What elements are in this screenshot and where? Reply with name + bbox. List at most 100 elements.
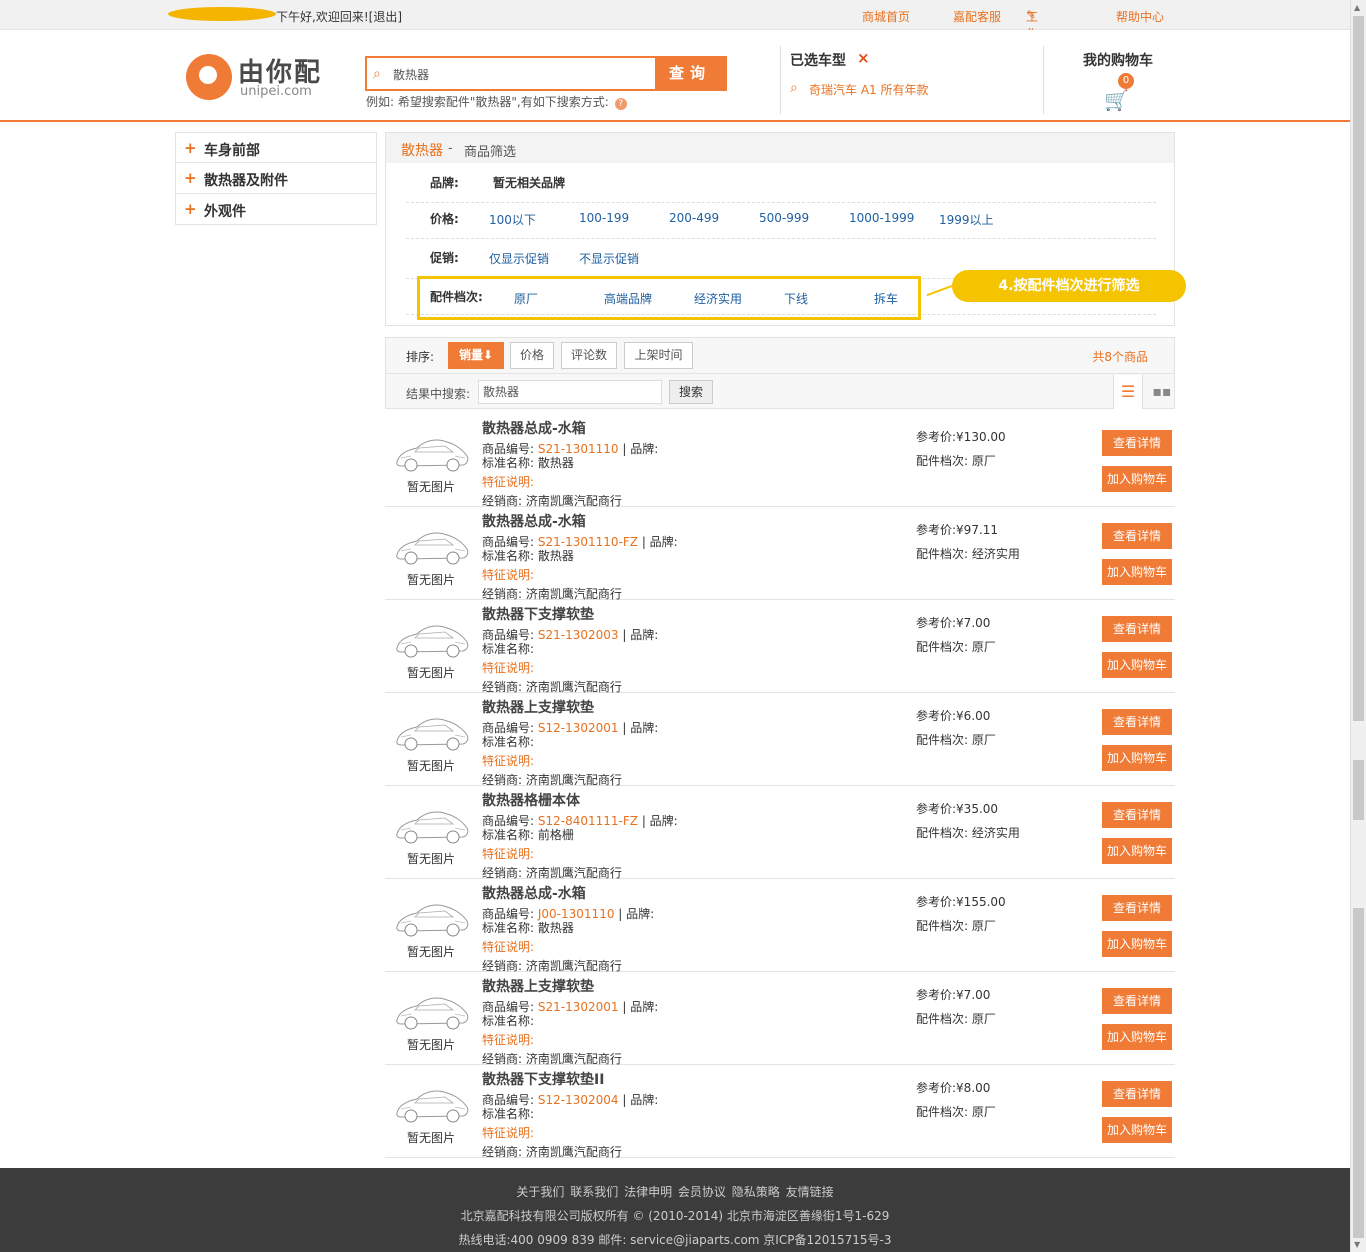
list-view-icon[interactable]: ☰ [1113,375,1143,409]
view-detail-button[interactable]: 查看详情 [1102,709,1172,735]
price-option[interactable]: 1000-1999 [849,211,914,225]
result-search-input[interactable]: 散热器 [478,380,662,404]
add-to-cart-button[interactable]: 加入购物车 [1102,1024,1172,1050]
view-detail-button[interactable]: 查看详情 [1102,430,1172,456]
breadcrumb-category[interactable]: 散热器 [401,140,443,160]
product-feature-label: 特征说明: [482,1033,535,1047]
product-code[interactable]: S12-1302001 [538,721,619,735]
footer-link[interactable]: 会员协议 [678,1185,726,1199]
product-image[interactable] [393,986,471,1034]
add-to-cart-button[interactable]: 加入购物车 [1102,652,1172,678]
add-to-cart-button[interactable]: 加入购物车 [1102,745,1172,771]
product-price-label: 参考价: [916,988,957,1002]
product-image[interactable] [393,800,471,848]
promo-option[interactable]: 不显示促销 [579,250,639,267]
view-detail-button[interactable]: 查看详情 [1102,988,1172,1014]
product-name[interactable]: 散热器上支撑软垫 [482,697,594,717]
link-mall-home[interactable]: 商城首页 [862,8,910,25]
selected-model: 已选车型 × ⌕ 奇瑞汽车 A1 所有年款 [780,46,1044,114]
product-code[interactable]: S21-1302003 [538,628,619,642]
product-price-label: 参考价: [916,802,957,816]
product-image[interactable] [393,893,471,941]
no-image-label: 暂无图片 [407,945,456,959]
sidebar-item-body-front[interactable]: + 车身前部 [175,132,377,163]
footer-copyright: 北京嘉配科技有限公司版权所有 © (2010-2014) 北京市海淀区善缘街1号… [460,1209,890,1223]
product-image[interactable] [393,428,471,476]
product-std-name: 散热器 [537,456,574,470]
username-redacted [168,7,276,21]
price-option[interactable]: 500-999 [759,211,809,225]
cart[interactable]: 我的购物车 0 🛒 [1070,48,1170,118]
view-detail-button[interactable]: 查看详情 [1102,895,1172,921]
product-code[interactable]: S12-1302004 [538,1093,619,1107]
product-grade-label: 配件档次: [916,826,969,840]
product-price-line: 参考价:¥155.00 [916,893,1006,910]
search-button[interactable]: 查询 [655,58,725,89]
add-to-cart-button[interactable]: 加入购物车 [1102,931,1172,957]
product-name[interactable]: 散热器下支撑软垫II [482,1069,604,1089]
product-dealer: 济南凯鹰汽配商行 [525,959,622,973]
product-name[interactable]: 散热器下支撑软垫 [482,604,594,624]
price-option[interactable]: 100-199 [579,211,629,225]
view-detail-button[interactable]: 查看详情 [1102,802,1172,828]
logo-icon[interactable] [186,54,232,100]
promo-option[interactable]: 仅显示促销 [489,250,549,267]
grid-view-icon[interactable]: ▪▪ [1151,375,1173,409]
sidebar-item-radiator[interactable]: + 散热器及附件 [175,163,377,194]
sidebar-item-exterior[interactable]: + 外观件 [175,194,377,225]
product-name[interactable]: 散热器总成-水箱 [482,883,586,903]
footer-link[interactable]: 隐私策略 [732,1185,780,1199]
page-scrollbar[interactable]: ▲ ▼ [1350,0,1366,1252]
plus-icon: + [184,139,197,157]
product-image[interactable] [393,1079,471,1127]
logout-link[interactable]: [退出] [369,10,402,24]
result-search-button[interactable]: 搜索 [669,380,713,404]
product-dealer-label: 经销商: [482,680,523,694]
footer-link[interactable]: 联系我们 [570,1185,618,1199]
footer-link[interactable]: 法律申明 [624,1185,672,1199]
link-help-center[interactable]: 帮助中心 [1116,8,1164,25]
sort-reviews-button[interactable]: 评论数 [561,342,617,369]
selected-model-value[interactable]: 奇瑞汽车 A1 所有年款 [809,81,928,98]
product-dealer-label: 经销商: [482,959,523,973]
no-image-label: 暂无图片 [407,1131,456,1145]
link-customer-service[interactable]: 嘉配客服 [953,8,1001,25]
product-grade-line: 配件档次: 经济实用 [916,545,1020,562]
product-code[interactable]: S21-1302001 [538,1000,619,1014]
price-option[interactable]: 100以下 [489,211,536,228]
price-option[interactable]: 1999以上 [939,211,994,228]
sort-label: 排序: [406,350,435,364]
scroll-up-icon[interactable]: ▲ [1354,3,1360,12]
add-to-cart-button[interactable]: 加入购物车 [1102,466,1172,492]
greeting-text: 下午好,欢迎回来! [276,10,369,24]
close-icon[interactable]: × [857,49,870,67]
sort-date-button[interactable]: 上架时间 [624,342,693,369]
product-name[interactable]: 散热器总成-水箱 [482,511,586,531]
cart-icon[interactable]: 🛒 [1104,88,1129,112]
help-icon[interactable]: ? [614,98,627,110]
sort-sales-button[interactable]: 销量⬇ [448,342,504,369]
price-option[interactable]: 200-499 [669,211,719,225]
footer-link[interactable]: 友情链接 [786,1185,834,1199]
breadcrumb-current: 商品筛选 [464,145,517,160]
view-detail-button[interactable]: 查看详情 [1102,1081,1172,1107]
scroll-thumb[interactable] [1353,16,1364,721]
scroll-down-icon[interactable]: ▼ [1354,1240,1360,1249]
product-image[interactable] [393,521,471,569]
add-to-cart-button[interactable]: 加入购物车 [1102,559,1172,585]
product-grade-label: 配件档次: [916,733,969,747]
add-to-cart-button[interactable]: 加入购物车 [1102,838,1172,864]
product-name[interactable]: 散热器格栅本体 [482,790,580,810]
product-image[interactable] [393,614,471,662]
product-list: 暂无图片 散热器总成-水箱 商品编号: S21-1301110 | 品牌: 标准名称:… [385,414,1175,1159]
product-name[interactable]: 散热器总成-水箱 [482,418,586,438]
view-detail-button[interactable]: 查看详情 [1102,523,1172,549]
product-price-label: 参考价: [916,709,957,723]
product-image[interactable] [393,707,471,755]
add-to-cart-button[interactable]: 加入购物车 [1102,1117,1172,1143]
search-input[interactable] [393,64,653,84]
product-name[interactable]: 散热器上支撑软垫 [482,976,594,996]
view-detail-button[interactable]: 查看详情 [1102,616,1172,642]
sort-price-button[interactable]: 价格 [510,342,554,369]
footer-link[interactable]: 关于我们 [516,1185,564,1199]
